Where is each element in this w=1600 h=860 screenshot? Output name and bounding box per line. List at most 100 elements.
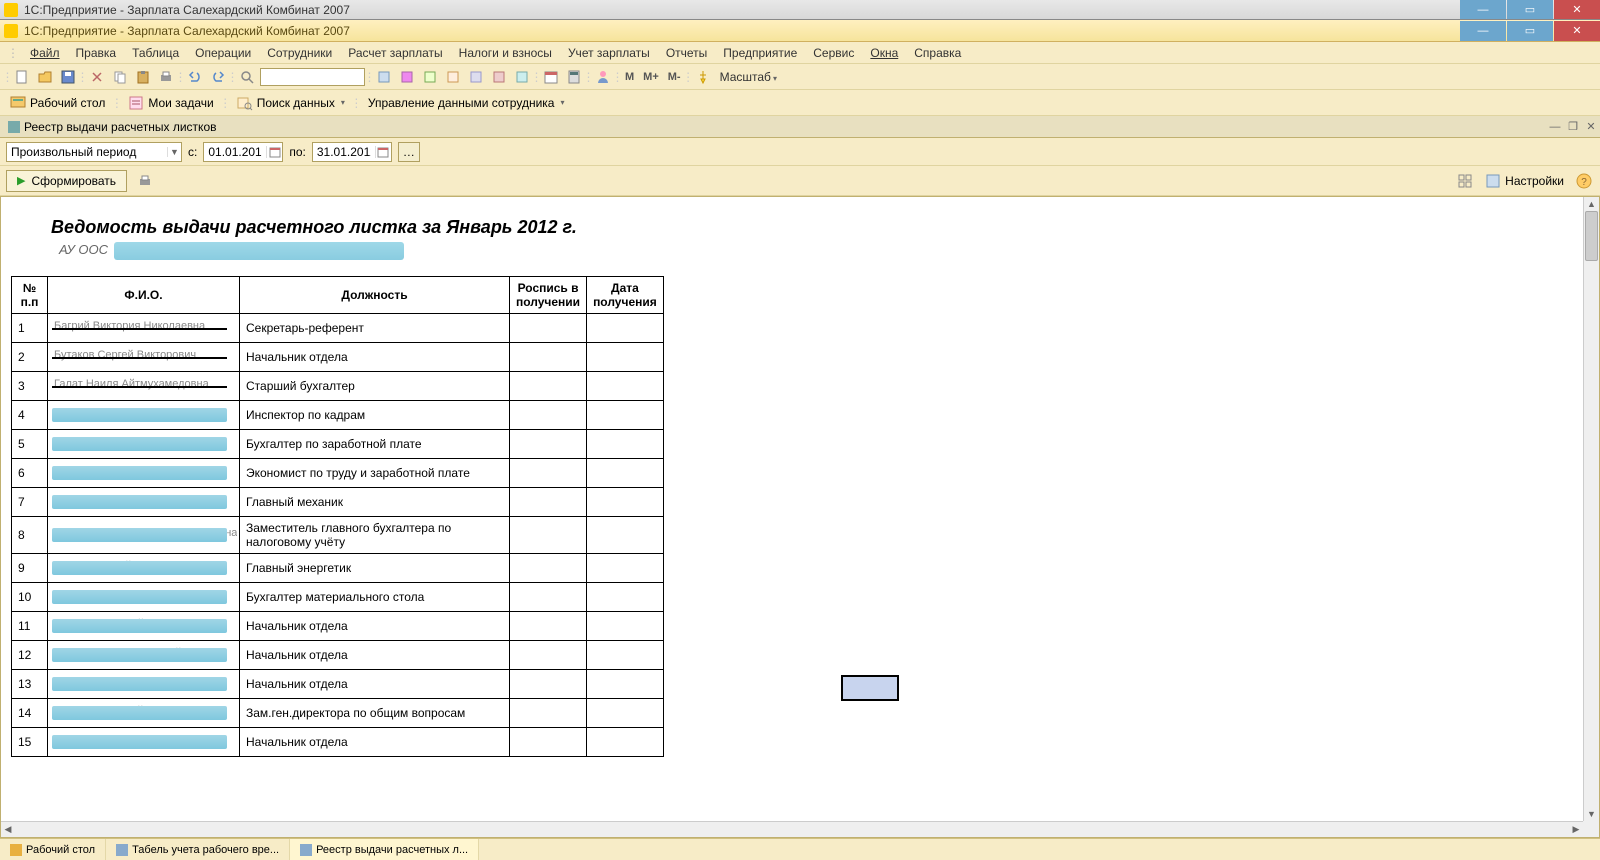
table-row[interactable]: 4Гатауллина Индира РаисовнаИнспектор по … xyxy=(12,401,664,430)
menu-salary-account[interactable]: Учет зарплаты xyxy=(562,44,656,62)
menu-windows[interactable]: Окна xyxy=(864,44,904,62)
menu-help[interactable]: Справка xyxy=(908,44,967,62)
copy-icon[interactable] xyxy=(110,67,130,87)
desktop-button[interactable]: Рабочий стол xyxy=(6,93,109,113)
tool-icon-4[interactable] xyxy=(443,67,463,87)
my-tasks-button[interactable]: Мои задачи xyxy=(124,93,217,113)
menu-enterprise[interactable]: Предприятие xyxy=(717,44,803,62)
table-row[interactable]: 2Бутаков Сергей ВикторовичНачальник отде… xyxy=(12,343,664,372)
task-desktop[interactable]: Рабочий стол xyxy=(0,839,106,860)
tool-icon-6[interactable] xyxy=(489,67,509,87)
undo-icon[interactable] xyxy=(185,67,205,87)
calendar-icon[interactable] xyxy=(266,146,282,158)
menu-edit[interactable]: Правка xyxy=(70,44,123,62)
settings-button[interactable]: Настройки xyxy=(1481,171,1568,191)
cell-signature xyxy=(510,430,587,459)
users-icon[interactable] xyxy=(593,67,613,87)
maximize-button[interactable]: ▭ xyxy=(1507,0,1553,19)
task-registry[interactable]: Реестр выдачи расчетных л... xyxy=(290,839,479,860)
scroll-thumb[interactable] xyxy=(1585,211,1598,261)
table-row[interactable]: 1Багрий Виктория НиколаевнаСекретарь-реф… xyxy=(12,314,664,343)
grid-icon[interactable] xyxy=(1455,171,1475,191)
table-row[interactable]: 7Коротков Петр ИвановичГлавный механик xyxy=(12,488,664,517)
cell-signature xyxy=(510,459,587,488)
manage-employee-data-button[interactable]: Управление данными сотрудника xyxy=(364,94,569,112)
menu-payroll[interactable]: Расчет зарплаты xyxy=(342,44,448,62)
report-scroll[interactable]: Ведомость выдачи расчетного листка за Ян… xyxy=(1,197,1583,821)
pin-icon[interactable] xyxy=(693,67,713,87)
scroll-left-icon[interactable]: ◀ xyxy=(1,822,15,837)
menu-operations[interactable]: Операции xyxy=(189,44,257,62)
date-from[interactable] xyxy=(203,142,283,162)
table-row[interactable]: 15Пашкевич Ольга НиколаевнаНачальник отд… xyxy=(12,728,664,757)
tool-icon-3[interactable] xyxy=(420,67,440,87)
scroll-right-icon[interactable]: ▶ xyxy=(1569,822,1583,837)
tab-minimize-icon[interactable]: — xyxy=(1546,119,1564,135)
cut-icon[interactable] xyxy=(87,67,107,87)
period-input[interactable] xyxy=(7,145,167,159)
inner-close-button[interactable]: ✕ xyxy=(1554,21,1600,41)
menu-file[interactable]: Файл xyxy=(24,44,66,62)
date-to-input[interactable] xyxy=(313,145,375,159)
tool-icon-1[interactable] xyxy=(374,67,394,87)
tool-icon-5[interactable] xyxy=(466,67,486,87)
paste-icon[interactable] xyxy=(133,67,153,87)
table-row[interactable]: 13Ниязов Руслан РияловичНачальник отдела xyxy=(12,670,664,699)
table-row[interactable]: 6Комарова Елена АнатольевнаЭкономист по … xyxy=(12,459,664,488)
calendar-icon[interactable] xyxy=(375,146,391,158)
menu-reports[interactable]: Отчеты xyxy=(660,44,713,62)
outer-title: 1С:Предприятие - Зарплата Салехардский К… xyxy=(24,3,1460,17)
table-row[interactable]: 10Малышенко Галина ПетровнаБухгалтер мат… xyxy=(12,583,664,612)
memory-m-minus[interactable]: M- xyxy=(665,71,684,83)
minimize-button[interactable]: — xyxy=(1460,0,1506,19)
inner-minimize-button[interactable]: — xyxy=(1460,21,1506,41)
inner-maximize-button[interactable]: ▭ xyxy=(1507,21,1553,41)
table-row[interactable]: 11Маркоч Анатолий АлексеевичНачальник от… xyxy=(12,612,664,641)
search-data-button[interactable]: Поиск данных xyxy=(233,93,349,113)
menu-table[interactable]: Таблица xyxy=(126,44,185,62)
calendar-icon[interactable] xyxy=(541,67,561,87)
date-from-input[interactable] xyxy=(204,145,266,159)
menu-employees[interactable]: Сотрудники xyxy=(261,44,338,62)
tool-icon-7[interactable] xyxy=(512,67,532,87)
memory-m[interactable]: M xyxy=(622,71,637,83)
search-icon[interactable] xyxy=(237,67,257,87)
memory-m-plus[interactable]: M+ xyxy=(640,71,662,83)
table-row[interactable]: 3Галат Наиля АйтмухамедовнаСтарший бухга… xyxy=(12,372,664,401)
tab-close-icon[interactable]: ✕ xyxy=(1582,119,1600,135)
table-row[interactable]: 12Недогода Марина МихайловнаНачальник от… xyxy=(12,641,664,670)
table-row[interactable]: 14Пальянов Сергей АлександровичЗам.ген.д… xyxy=(12,699,664,728)
date-to[interactable] xyxy=(312,142,392,162)
toolbar-search-input[interactable] xyxy=(260,68,365,86)
open-icon[interactable] xyxy=(35,67,55,87)
period-dialog-button[interactable]: … xyxy=(398,142,420,162)
scale-dropdown[interactable]: Масштаб xyxy=(716,70,781,84)
redo-icon[interactable] xyxy=(208,67,228,87)
menu-service[interactable]: Сервис xyxy=(807,44,860,62)
chevron-down-icon[interactable]: ▼ xyxy=(167,147,181,157)
cell-signature xyxy=(510,641,587,670)
save-icon[interactable] xyxy=(58,67,78,87)
scroll-down-icon[interactable]: ▼ xyxy=(1584,807,1599,821)
period-combo[interactable]: ▼ xyxy=(6,142,182,162)
tool-icon-2[interactable] xyxy=(397,67,417,87)
horizontal-scrollbar[interactable]: ◀ ▶ xyxy=(1,821,1583,837)
table-row[interactable]: 9Лапин Леонтий ВикторовичГлавный энергет… xyxy=(12,554,664,583)
cell-position: Начальник отдела xyxy=(240,641,510,670)
print-report-icon[interactable] xyxy=(135,171,155,191)
form-button[interactable]: ▶ Сформировать xyxy=(6,170,127,192)
task-timesheet[interactable]: Табель учета рабочего вре... xyxy=(106,839,290,860)
calculator-icon[interactable] xyxy=(564,67,584,87)
scroll-up-icon[interactable]: ▲ xyxy=(1584,197,1599,211)
print-icon[interactable] xyxy=(156,67,176,87)
vertical-scrollbar[interactable]: ▲ ▼ xyxy=(1583,197,1599,821)
help-icon[interactable]: ? xyxy=(1574,171,1594,191)
svg-text:?: ? xyxy=(1581,177,1587,188)
menu-taxes[interactable]: Налоги и взносы xyxy=(453,44,558,62)
tab-restore-icon[interactable]: ❐ xyxy=(1564,119,1582,135)
document-tab[interactable]: Реестр выдачи расчетных листков xyxy=(0,116,225,137)
table-row[interactable]: 8Кульмаметьева Марина ГеоргиевнаЗаместит… xyxy=(12,517,664,554)
close-button[interactable]: ✕ xyxy=(1554,0,1600,19)
new-icon[interactable] xyxy=(12,67,32,87)
table-row[interactable]: 5Залесская Зоя СергеевнаБухгалтер по зар… xyxy=(12,430,664,459)
